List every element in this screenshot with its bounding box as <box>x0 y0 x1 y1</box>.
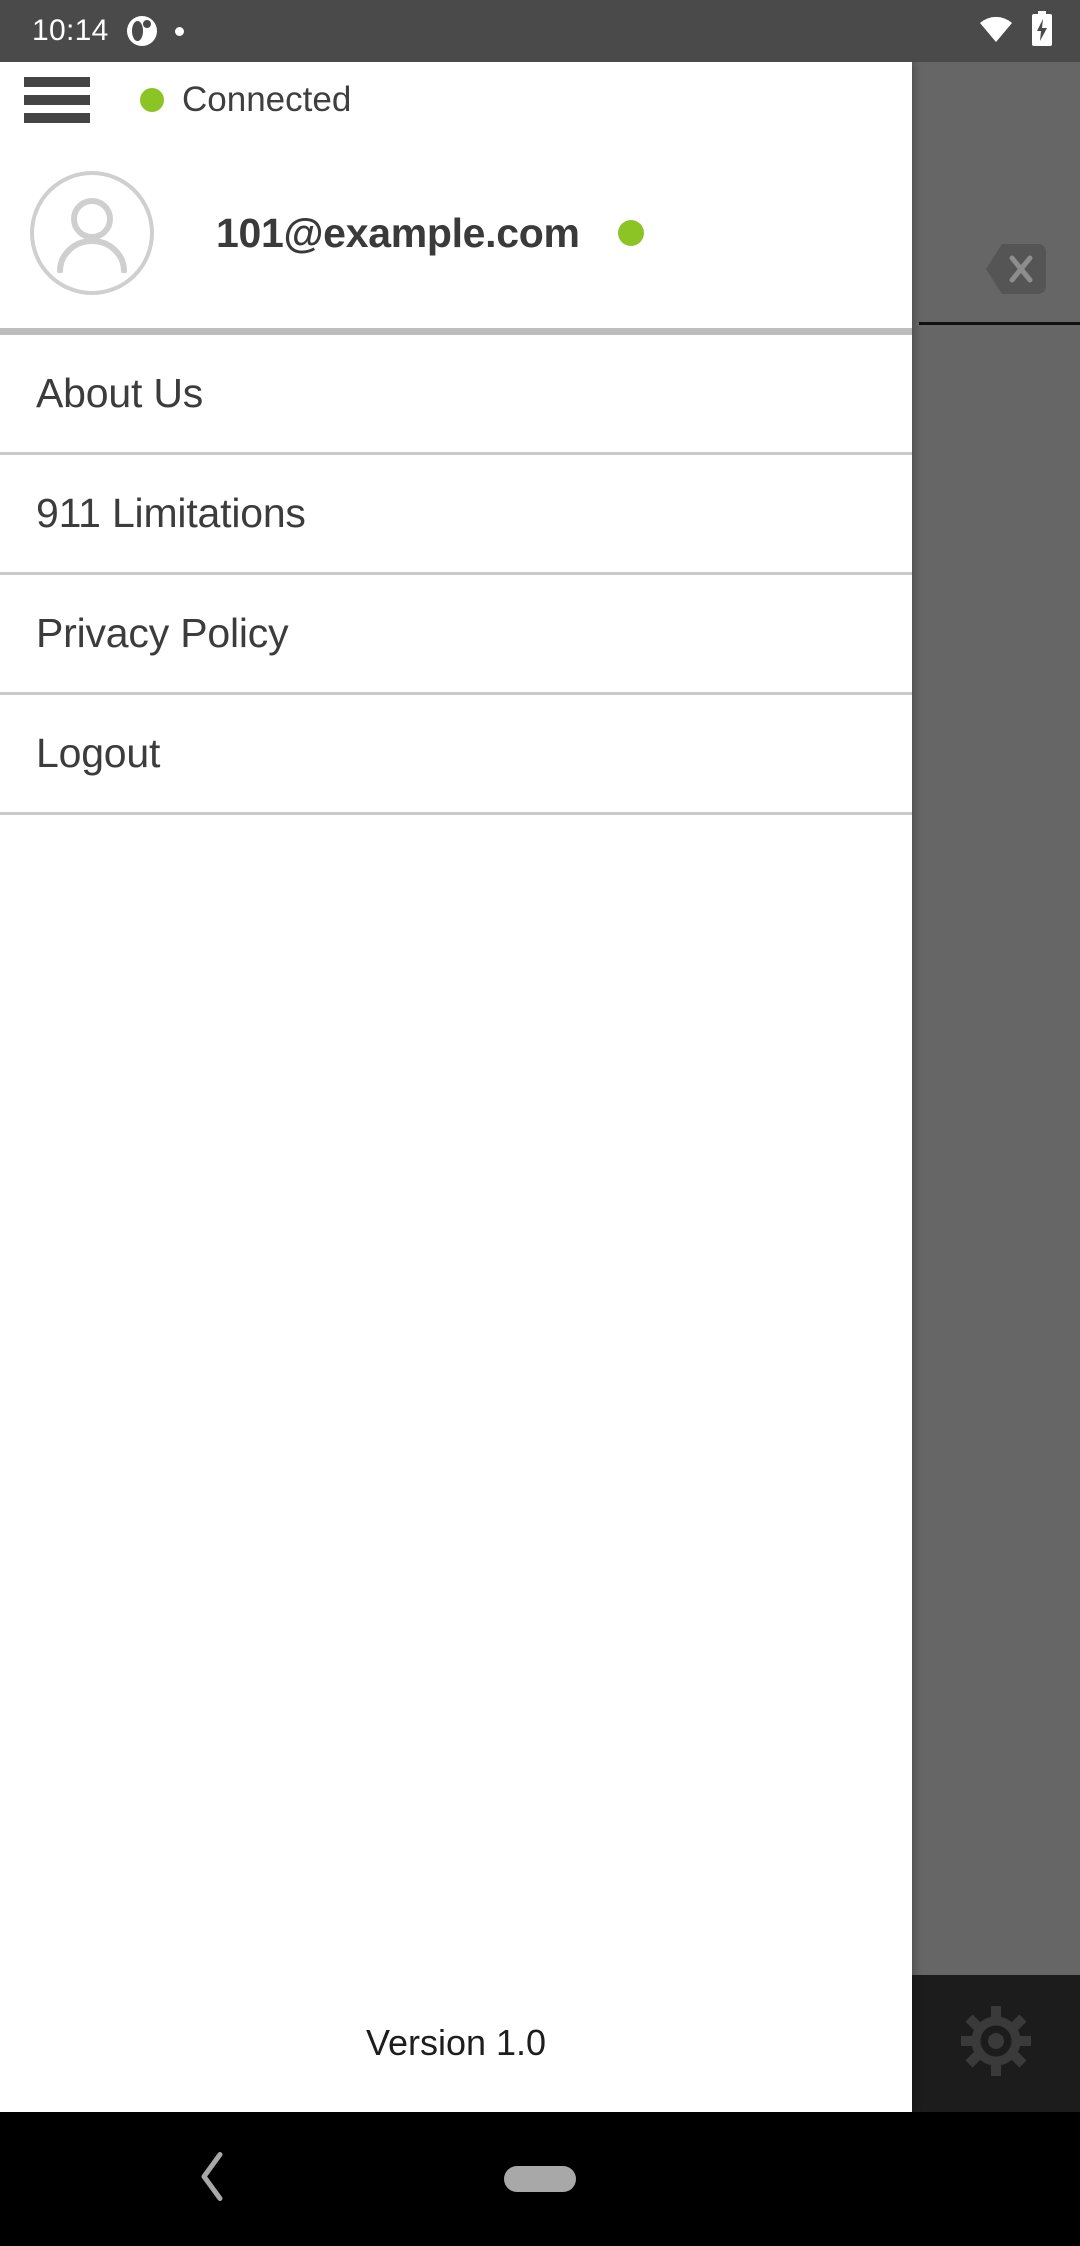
hamburger-bar <box>24 77 90 87</box>
version-footer: Version 1.0 <box>0 1992 912 2112</box>
menu-item-about-us[interactable]: About Us <box>0 335 912 455</box>
wifi-icon <box>978 14 1014 49</box>
menu-item-911-limitations[interactable]: 911 Limitations <box>0 455 912 575</box>
system-nav-bar <box>0 2112 1080 2246</box>
back-chevron-icon[interactable] <box>198 2151 228 2208</box>
profile-row[interactable]: 101@example.com <box>0 138 912 328</box>
menu-item-logout[interactable]: Logout <box>0 695 912 815</box>
profile-divider <box>0 328 912 335</box>
status-bar: 10:14 <box>0 0 1080 62</box>
home-pill-icon[interactable] <box>504 2166 576 2192</box>
profile-status-dot <box>618 220 644 246</box>
drawer-header: Connected <box>0 62 912 138</box>
connection-status-dot <box>140 88 164 112</box>
menu-item-label: Logout <box>36 730 161 776</box>
menu-item-privacy-policy[interactable]: Privacy Policy <box>0 575 912 695</box>
avatar <box>30 171 154 295</box>
battery-charging-icon <box>1030 10 1054 52</box>
gear-icon <box>959 2004 1033 2083</box>
profile-email: 101@example.com <box>216 209 580 256</box>
backspace-delete-icon <box>960 236 1048 302</box>
hamburger-bar <box>24 95 90 105</box>
connection-status: Connected <box>140 80 351 120</box>
connection-status-label: Connected <box>182 80 352 119</box>
menu-item-label: About Us <box>36 370 204 416</box>
hamburger-icon[interactable] <box>24 77 90 123</box>
version-label: Version 1.0 <box>365 2022 547 2063</box>
drawer-spacer <box>0 815 912 1992</box>
settings-panel[interactable] <box>912 1975 1080 2112</box>
navigation-drawer: Connected 101@example.com About Us 911 L… <box>0 62 912 2112</box>
hamburger-bar <box>24 113 90 123</box>
phone-screen: 10:14 Connected 101@example.com About Us… <box>0 0 1080 2246</box>
menu-item-label: Privacy Policy <box>36 610 289 656</box>
menu-item-label: 911 Limitations <box>36 490 306 536</box>
app-circle-icon <box>126 16 157 46</box>
notification-dot-icon <box>174 26 184 36</box>
status-bar-right-icons <box>978 10 1054 52</box>
background-underline <box>919 322 1080 325</box>
drawer-menu-list: About Us 911 Limitations Privacy Policy … <box>0 335 912 815</box>
status-clock: 10:14 <box>32 14 109 47</box>
status-bar-left-icons <box>126 16 184 46</box>
